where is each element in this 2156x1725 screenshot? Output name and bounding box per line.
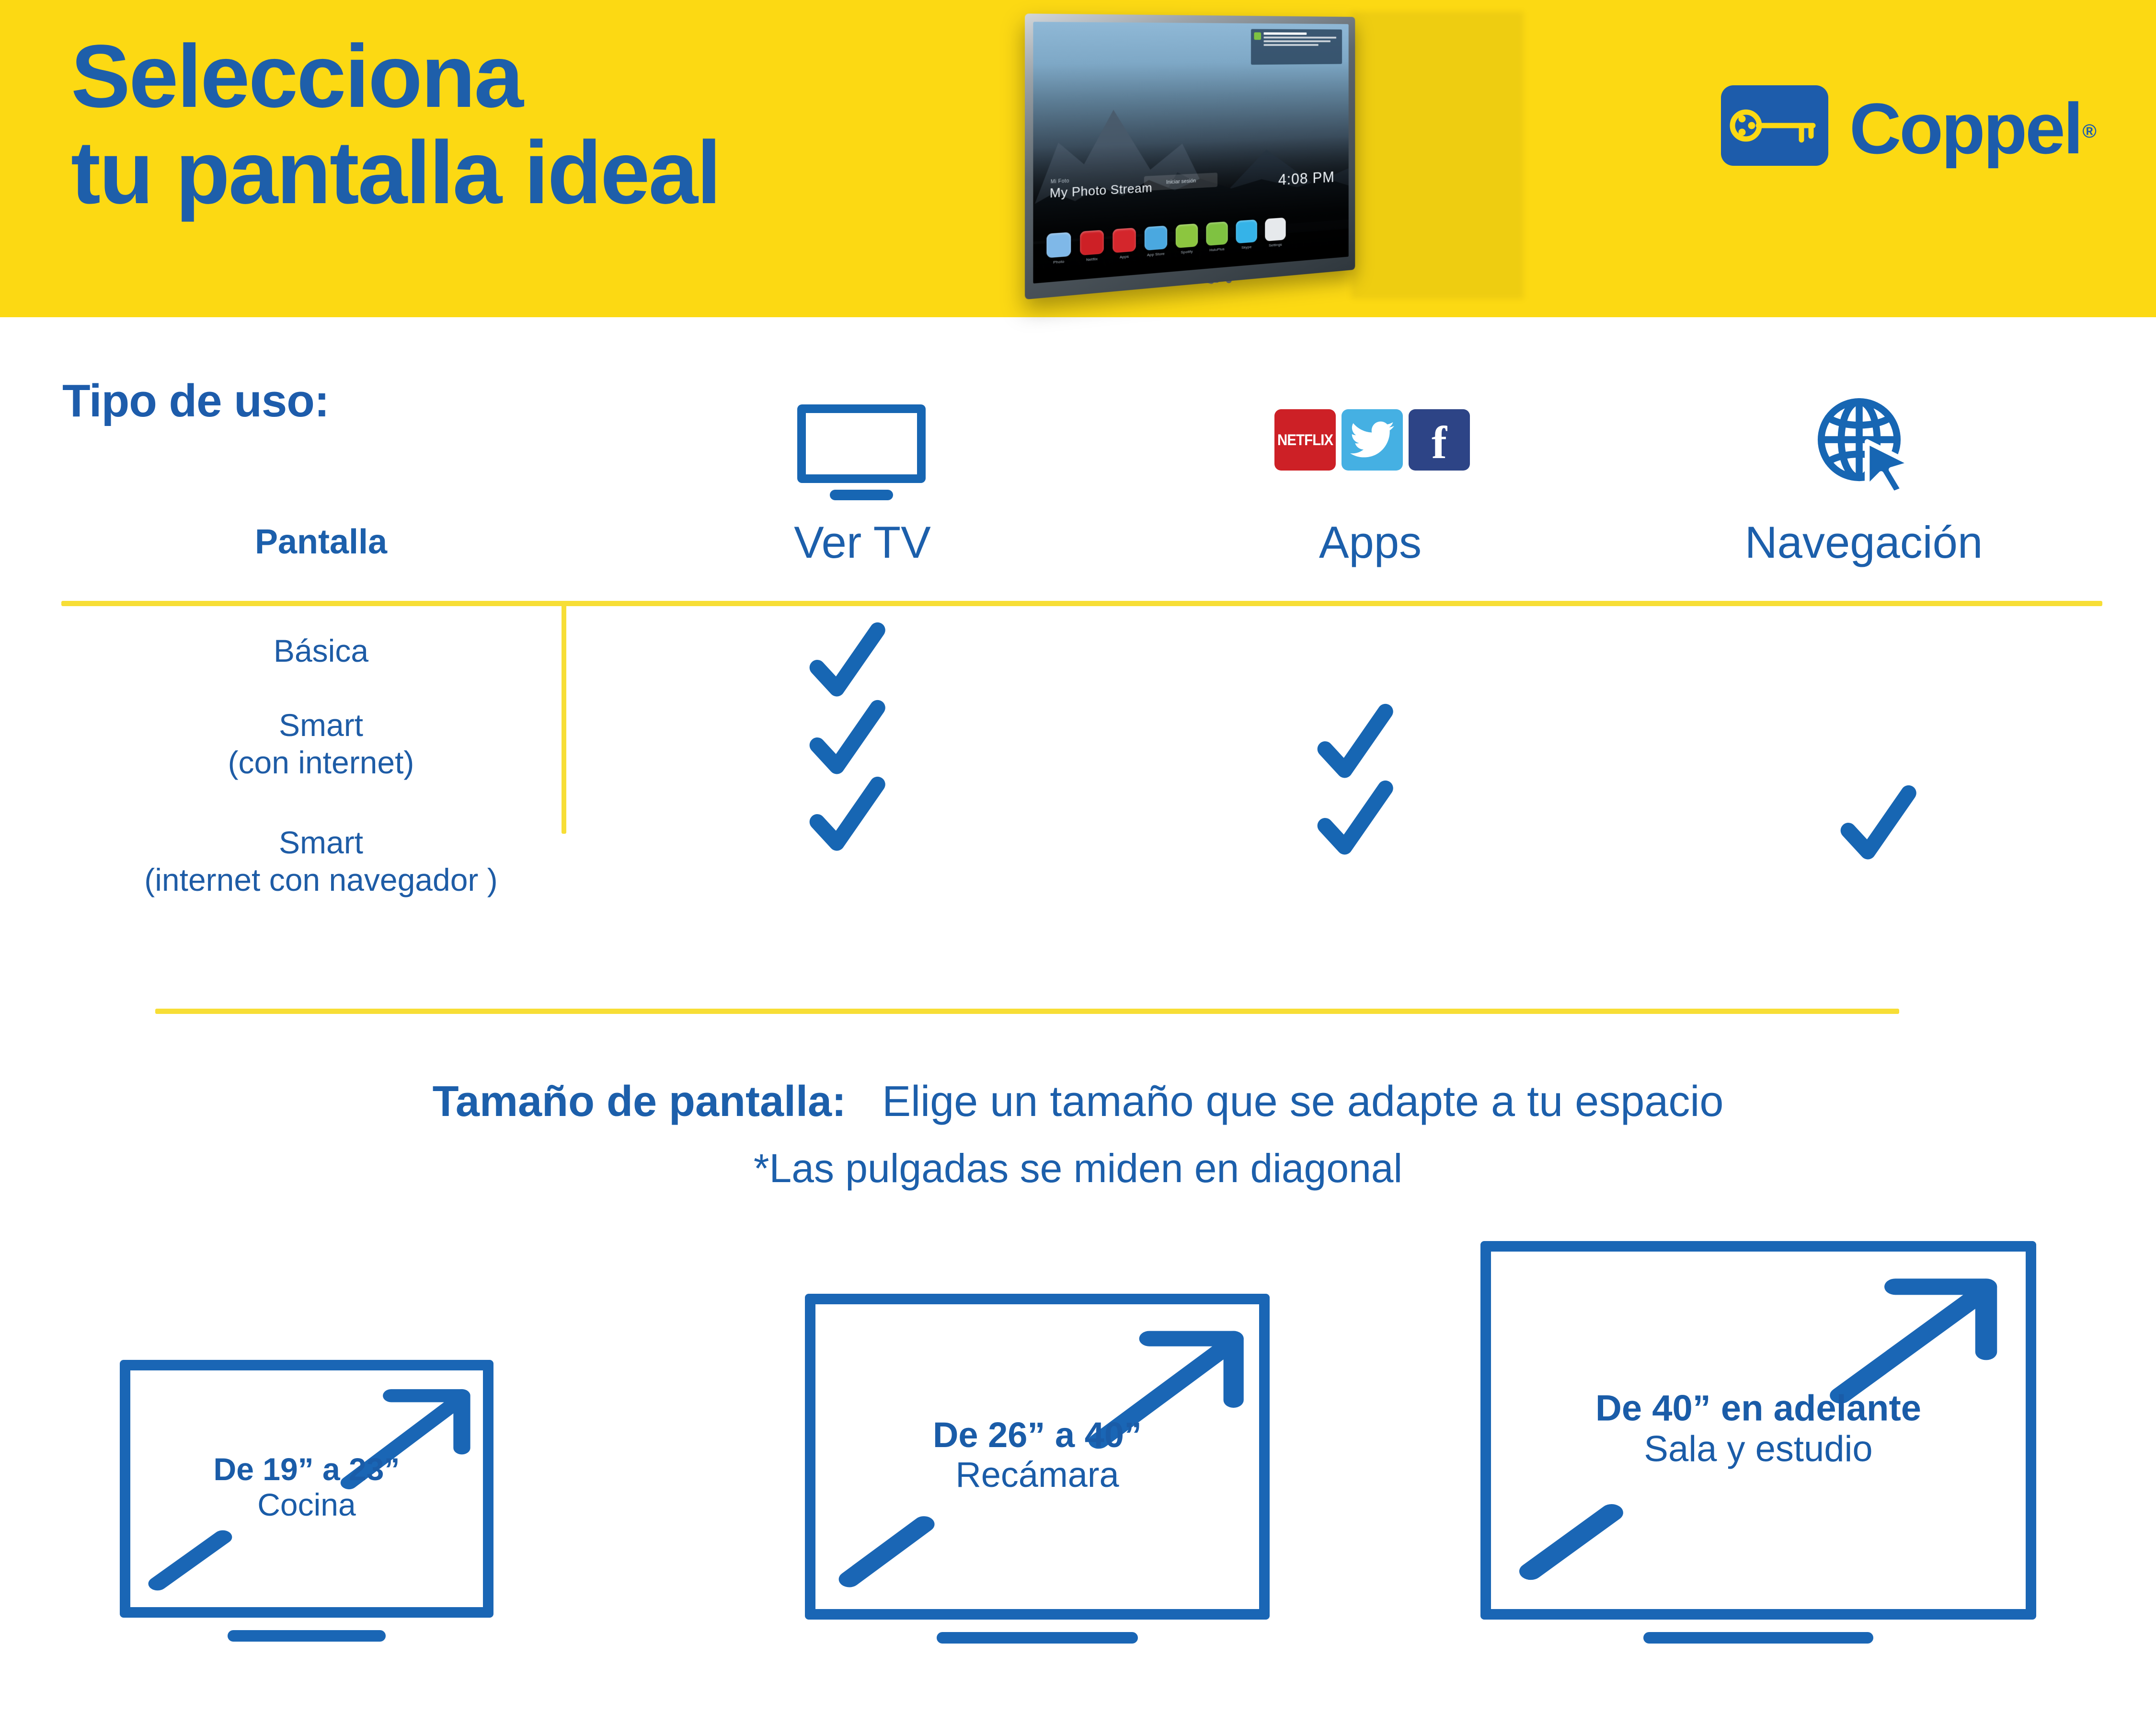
row-label-line1: Smart: [278, 825, 364, 860]
row-label-line1: Básica: [273, 633, 369, 668]
column-header-ver-tv: Ver TV: [794, 517, 931, 567]
usage-section-heading: Tipo de uso:: [62, 375, 330, 426]
tv-app-tile: HuluPlus: [1205, 221, 1228, 253]
table-row: Smart (con internet): [48, 707, 594, 782]
checkmark-icon: [1314, 780, 1395, 862]
checkmark-icon: [806, 622, 887, 703]
size-section-heading: Tamaño de pantalla: Elige un tamaño que …: [0, 1077, 2156, 1127]
size-room-label: Cocina: [257, 1487, 356, 1523]
page-title-line1: Selecciona: [71, 27, 524, 126]
tv-screen: Mi Foto My Photo Stream Iniciar sesión 4…: [1033, 22, 1349, 284]
infographic-canvas: Selecciona tu pantalla ideal Mi Foto My …: [0, 0, 2156, 1725]
size-box-stand: [1643, 1632, 1873, 1644]
size-box-medium: De 26” a 40” Recámara: [805, 1294, 1270, 1644]
tv-bezel: Mi Foto My Photo Stream Iniciar sesión 4…: [1025, 13, 1355, 300]
hero-banner: Selecciona tu pantalla ideal Mi Foto My …: [0, 0, 2156, 317]
size-box-text: De 26” a 40” Recámara: [815, 1415, 1259, 1495]
photo-stream-caption: Mi Foto: [1050, 178, 1069, 185]
checkmark-icon: [806, 776, 887, 858]
tv-notification-card: [1251, 29, 1342, 65]
social-apps-icon: NETFLIX f: [1274, 409, 1470, 471]
size-section-note: *Las pulgadas se miden en diagonal: [753, 1146, 1403, 1191]
size-box-stand: [228, 1630, 386, 1642]
size-box-stand: [937, 1632, 1138, 1644]
coppel-logo: Coppel®: [1721, 85, 2097, 169]
size-room-label: Sala y estudio: [1644, 1428, 1873, 1470]
table-row: Smart (internet con navegador ): [48, 824, 594, 899]
tv-app-tile: Photo: [1045, 232, 1072, 265]
size-box-text: De 19” a 23” Cocina: [130, 1451, 483, 1523]
size-room-label: Recámara: [955, 1454, 1119, 1495]
page-title-line2: tu pantalla ideal: [71, 123, 722, 222]
netflix-icon: NETFLIX: [1274, 409, 1336, 471]
tv-clock: 4:08 PM: [1278, 168, 1335, 189]
notification-text: [1263, 32, 1339, 62]
table-top-rule: [61, 601, 2102, 606]
row-label-line2: (internet con navegador ): [144, 862, 498, 897]
checkmark-icon: [1837, 785, 1918, 866]
column-header-navegacion: Navegación: [1744, 517, 1983, 567]
size-heading-rest: Elige un tamaño que se adapte a tu espac…: [882, 1078, 1724, 1126]
size-range-label: De 40” en adelante: [1595, 1388, 1922, 1429]
row-label-line1: Smart: [278, 707, 364, 743]
row-label-line2: (con internet): [228, 744, 414, 780]
size-range-label: De 26” a 40”: [932, 1414, 1142, 1455]
tv-app-tile: Spotify: [1175, 223, 1199, 255]
tv-app-tile: Apps: [1112, 228, 1137, 260]
section-divider-rule: [155, 1009, 1899, 1014]
table-row: Básica: [48, 632, 594, 670]
notification-app-icon: [1254, 32, 1261, 40]
checkmark-icon: [1314, 703, 1395, 785]
tv-app-tile: Settings: [1264, 217, 1286, 248]
size-box-text: De 40” en adelante Sala y estudio: [1491, 1388, 2026, 1469]
twitter-icon: [1342, 409, 1403, 471]
tv-app-tile: Netflix: [1079, 230, 1105, 263]
globe-cursor-icon: [1815, 398, 1915, 496]
size-box-small: De 19” a 23” Cocina: [120, 1360, 493, 1642]
checkmark-icon: [806, 700, 887, 781]
tv-app-tile: App Store: [1144, 225, 1168, 258]
row-header-pantalla: Pantalla: [254, 523, 388, 561]
smart-tv-photo: Mi Foto My Photo Stream Iniciar sesión 4…: [1025, 9, 1392, 344]
size-box-large: De 40” en adelante Sala y estudio: [1480, 1241, 2036, 1644]
page-title: Selecciona tu pantalla ideal: [71, 27, 981, 222]
tv-app-tile: Skype: [1235, 219, 1258, 250]
monitor-icon: [797, 404, 926, 500]
size-heading-bold: Tamaño de pantalla:: [432, 1078, 847, 1126]
size-range-label: De 19” a 23”: [213, 1451, 400, 1487]
column-header-apps: Apps: [1319, 517, 1422, 567]
key-icon: [1721, 85, 1828, 166]
facebook-icon: f: [1409, 409, 1470, 471]
brand-name: Coppel®: [1849, 88, 2097, 169]
